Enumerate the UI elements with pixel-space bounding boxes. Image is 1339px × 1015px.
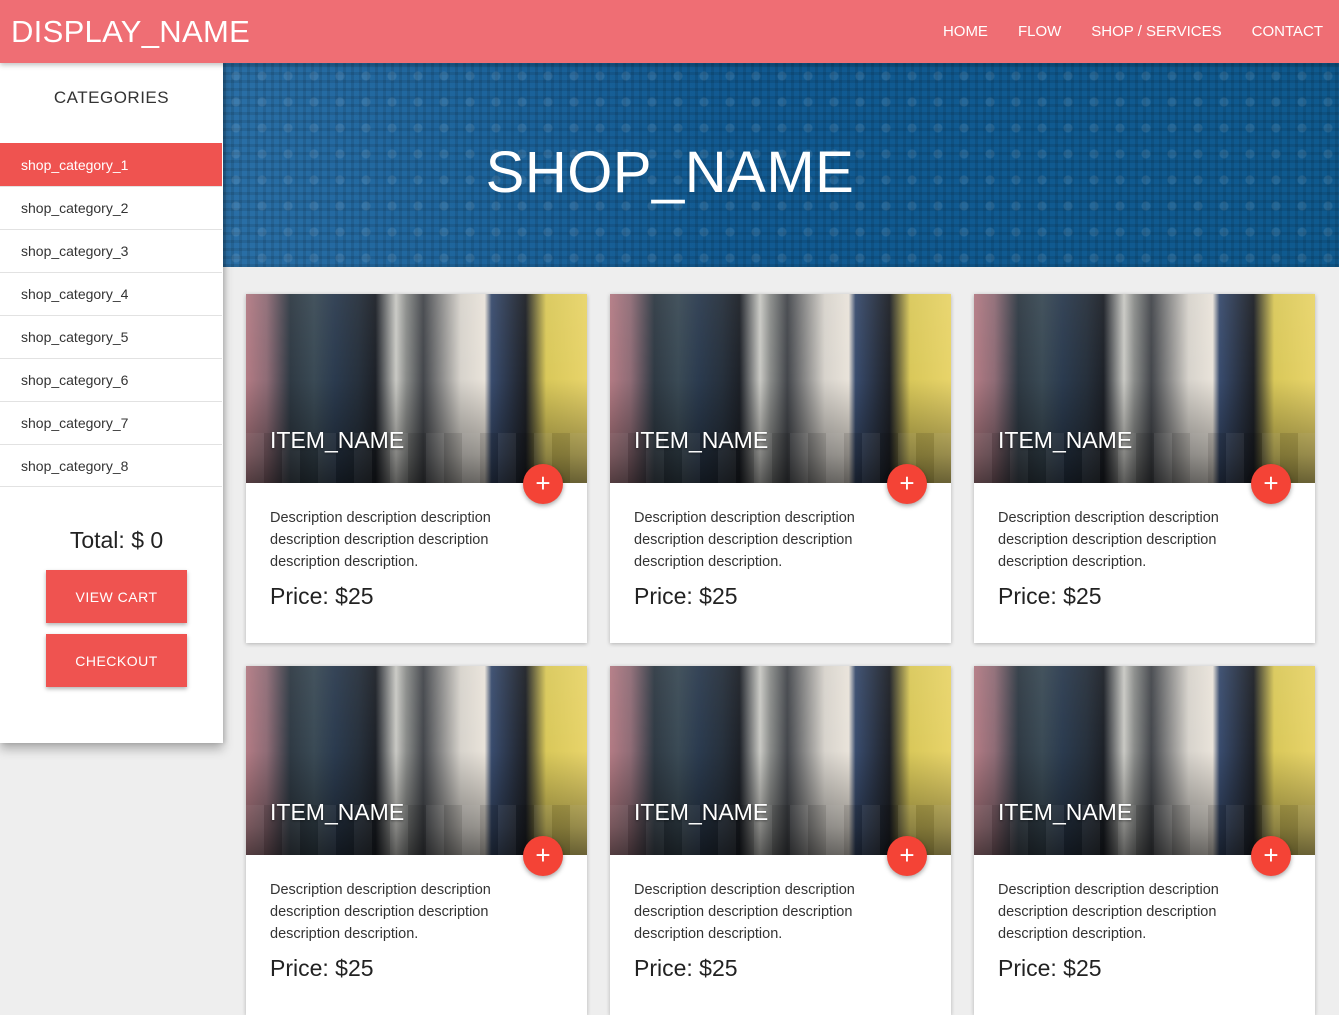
product-name: ITEM_NAME bbox=[998, 427, 1133, 453]
product-name: ITEM_NAME bbox=[270, 427, 405, 453]
categories-sidebar: CATEGORIES shop_category_1 shop_category… bbox=[0, 63, 223, 743]
product-image bbox=[974, 666, 1315, 855]
cart-total: Total: $ 0 bbox=[69, 527, 164, 553]
product-price: Price: $25 bbox=[998, 583, 1102, 609]
app-bar: DISPLAY_NAME HOME FLOW SHOP / SERVICES C… bbox=[0, 0, 1339, 63]
product-card: ITEM_NAME + Description description desc… bbox=[974, 666, 1315, 1015]
category-item-6[interactable]: shop_category_6 bbox=[0, 358, 222, 401]
product-name: ITEM_NAME bbox=[634, 427, 769, 453]
category-item-2[interactable]: shop_category_2 bbox=[0, 186, 222, 229]
product-description: Description description description desc… bbox=[270, 882, 491, 942]
product-description: Description description description desc… bbox=[634, 510, 855, 570]
add-to-cart-button[interactable]: + bbox=[523, 464, 563, 504]
shop-banner: SHOP_NAME bbox=[223, 63, 1339, 267]
product-name: ITEM_NAME bbox=[270, 799, 405, 825]
category-list: shop_category_1 shop_category_2 shop_cat… bbox=[0, 143, 222, 487]
product-card: ITEM_NAME + Description description desc… bbox=[974, 294, 1315, 643]
product-description: Description description description desc… bbox=[270, 510, 491, 570]
shop-title: SHOP_NAME bbox=[485, 140, 855, 205]
category-item-4[interactable]: shop_category_4 bbox=[0, 272, 222, 315]
product-price: Price: $25 bbox=[270, 583, 374, 609]
main-nav: HOME FLOW SHOP / SERVICES CONTACT bbox=[913, 0, 1323, 63]
product-price: Price: $25 bbox=[270, 955, 374, 981]
product-card: ITEM_NAME + Description description desc… bbox=[610, 294, 951, 643]
view-cart-button[interactable]: VIEW CART bbox=[46, 570, 187, 623]
categories-title: CATEGORIES bbox=[53, 88, 170, 107]
product-image bbox=[610, 294, 951, 483]
product-description: Description description description desc… bbox=[998, 882, 1219, 942]
category-item-5[interactable]: shop_category_5 bbox=[0, 315, 222, 358]
product-image bbox=[974, 294, 1315, 483]
nav-shop-services[interactable]: SHOP / SERVICES bbox=[1091, 23, 1221, 40]
product-image bbox=[246, 294, 587, 483]
product-card: ITEM_NAME + Description description desc… bbox=[610, 666, 951, 1015]
add-to-cart-button[interactable]: + bbox=[887, 464, 927, 504]
product-description: Description description description desc… bbox=[998, 510, 1219, 570]
product-name: ITEM_NAME bbox=[634, 799, 769, 825]
product-price: Price: $25 bbox=[998, 955, 1102, 981]
product-image bbox=[246, 666, 587, 855]
product-price: Price: $25 bbox=[634, 583, 738, 609]
product-card: ITEM_NAME + Description description desc… bbox=[246, 294, 587, 643]
product-card: ITEM_NAME + Description description desc… bbox=[246, 666, 587, 1015]
category-item-8[interactable]: shop_category_8 bbox=[0, 444, 222, 487]
add-to-cart-button[interactable]: + bbox=[1251, 836, 1291, 876]
brand-name[interactable]: DISPLAY_NAME bbox=[11, 14, 250, 50]
add-to-cart-button[interactable]: + bbox=[523, 836, 563, 876]
checkout-button[interactable]: CHECKOUT bbox=[46, 634, 187, 687]
category-item-3[interactable]: shop_category_3 bbox=[0, 229, 222, 272]
category-item-7[interactable]: shop_category_7 bbox=[0, 401, 222, 444]
category-item-1[interactable]: shop_category_1 bbox=[0, 143, 222, 186]
product-price: Price: $25 bbox=[634, 955, 738, 981]
nav-contact[interactable]: CONTACT bbox=[1252, 23, 1323, 40]
add-to-cart-button[interactable]: + bbox=[1251, 464, 1291, 504]
nav-home[interactable]: HOME bbox=[943, 23, 988, 40]
product-image bbox=[610, 666, 951, 855]
nav-flow[interactable]: FLOW bbox=[1018, 23, 1061, 40]
add-to-cart-button[interactable]: + bbox=[887, 836, 927, 876]
product-name: ITEM_NAME bbox=[998, 799, 1133, 825]
product-description: Description description description desc… bbox=[634, 882, 855, 942]
